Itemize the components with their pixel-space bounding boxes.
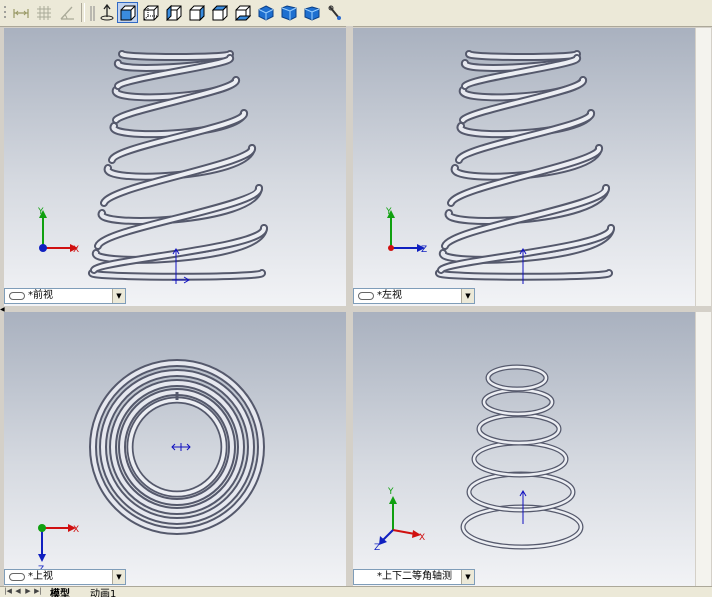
horizontal-splitter[interactable] [0,306,712,312]
isometric-view-icon[interactable] [255,2,276,23]
axis-triad-dimetric: Y X Z [374,487,425,553]
view-name: *左视 [377,290,402,301]
spring-top-view: X Z [38,359,265,575]
chevron-down-icon[interactable]: ▼ [461,289,474,303]
bottom-view-icon[interactable] [232,2,253,23]
view-name: *上视 [28,571,53,582]
chevron-down-icon[interactable]: ▼ [112,570,125,584]
axis-label-x: X [73,245,79,255]
axis-label-x: X [73,525,79,535]
vertical-scrollbar[interactable] [695,28,711,306]
tab-first-icon[interactable]: |◀ [4,587,12,596]
spring-left-view: Y Z [385,50,615,284]
spring-coils [87,50,268,281]
axis-label-z: Z [421,245,427,255]
chevron-down-icon[interactable]: ▼ [112,289,125,303]
left-view-icon[interactable] [163,2,184,23]
link-icon [9,573,25,581]
axis-label-y: Y [385,207,392,217]
spring-dimetric-view: Y X Z [374,364,584,553]
link-views-icon[interactable] [324,2,345,23]
origin-marker [171,443,191,451]
vertical-scrollbar[interactable] [695,312,711,586]
grid-icon[interactable] [33,2,54,23]
trimetric-view-icon[interactable] [278,2,299,23]
axis-label-z: Z [374,543,380,553]
spring-front-view: Y X [37,50,268,284]
link-icon [358,573,374,581]
dimetric-view-icon[interactable] [301,2,322,23]
chevron-down-icon[interactable]: ▼ [461,570,474,584]
axis-label-y: Y [37,207,44,217]
link-icon [358,292,374,300]
axis-label-x: X [419,533,425,543]
link-icon [9,292,25,300]
top-view-icon[interactable] [209,2,230,23]
splitter-arrow-icon: ◀ [0,306,5,313]
view-orientation-select-left[interactable]: *左视 ▼ [353,288,475,304]
viewport-left[interactable]: Y Z *左视 ▼ [353,28,695,306]
view-orientation-select-top[interactable]: *上视 ▼ [4,569,126,585]
view-name: *上下二等角轴测 [377,571,452,582]
tab-last-icon[interactable]: ▶| [34,587,42,596]
dimension-icon[interactable] [10,2,31,23]
axis-triad-left: Y Z [385,207,427,255]
normal-to-icon[interactable] [96,2,117,23]
front-view-icon[interactable] [117,2,138,23]
axis-triad-top: X Z [38,524,79,575]
view-orientation-select-front[interactable]: *前视 ▼ [4,288,126,304]
spring-coils [460,364,584,550]
axis-label-y: Y [387,487,394,497]
spring-coils [434,50,615,281]
toolbar-separator [81,3,85,22]
view-orientation-select-dimetric[interactable]: *上下二等角轴测 ▼ [353,569,475,585]
document-tabs: |◀ ◀ ▶ ▶| 模型 动画1 [0,586,712,597]
viewport-front[interactable]: Y X *前视 ▼ [4,28,346,306]
vertical-splitter[interactable] [346,26,353,588]
tab-next-icon[interactable]: ▶ [24,587,32,596]
viewport-dimetric[interactable]: Y X Z *上下二等角轴测 ▼ [353,312,695,586]
tab-model[interactable]: 模型 [50,587,70,597]
tab-animation1[interactable]: 动画1 [90,587,116,597]
view-toolbar [0,0,712,27]
axis-triad-front: Y X [37,207,79,255]
right-view-icon[interactable] [186,2,207,23]
back-view-icon[interactable] [140,2,161,23]
tab-prev-icon[interactable]: ◀ [14,587,22,596]
toolbar-grip-icon [0,2,10,23]
view-name: *前视 [28,290,53,301]
viewport-top[interactable]: X Z *上视 ▼ [4,312,346,586]
angle-icon[interactable] [56,2,77,23]
